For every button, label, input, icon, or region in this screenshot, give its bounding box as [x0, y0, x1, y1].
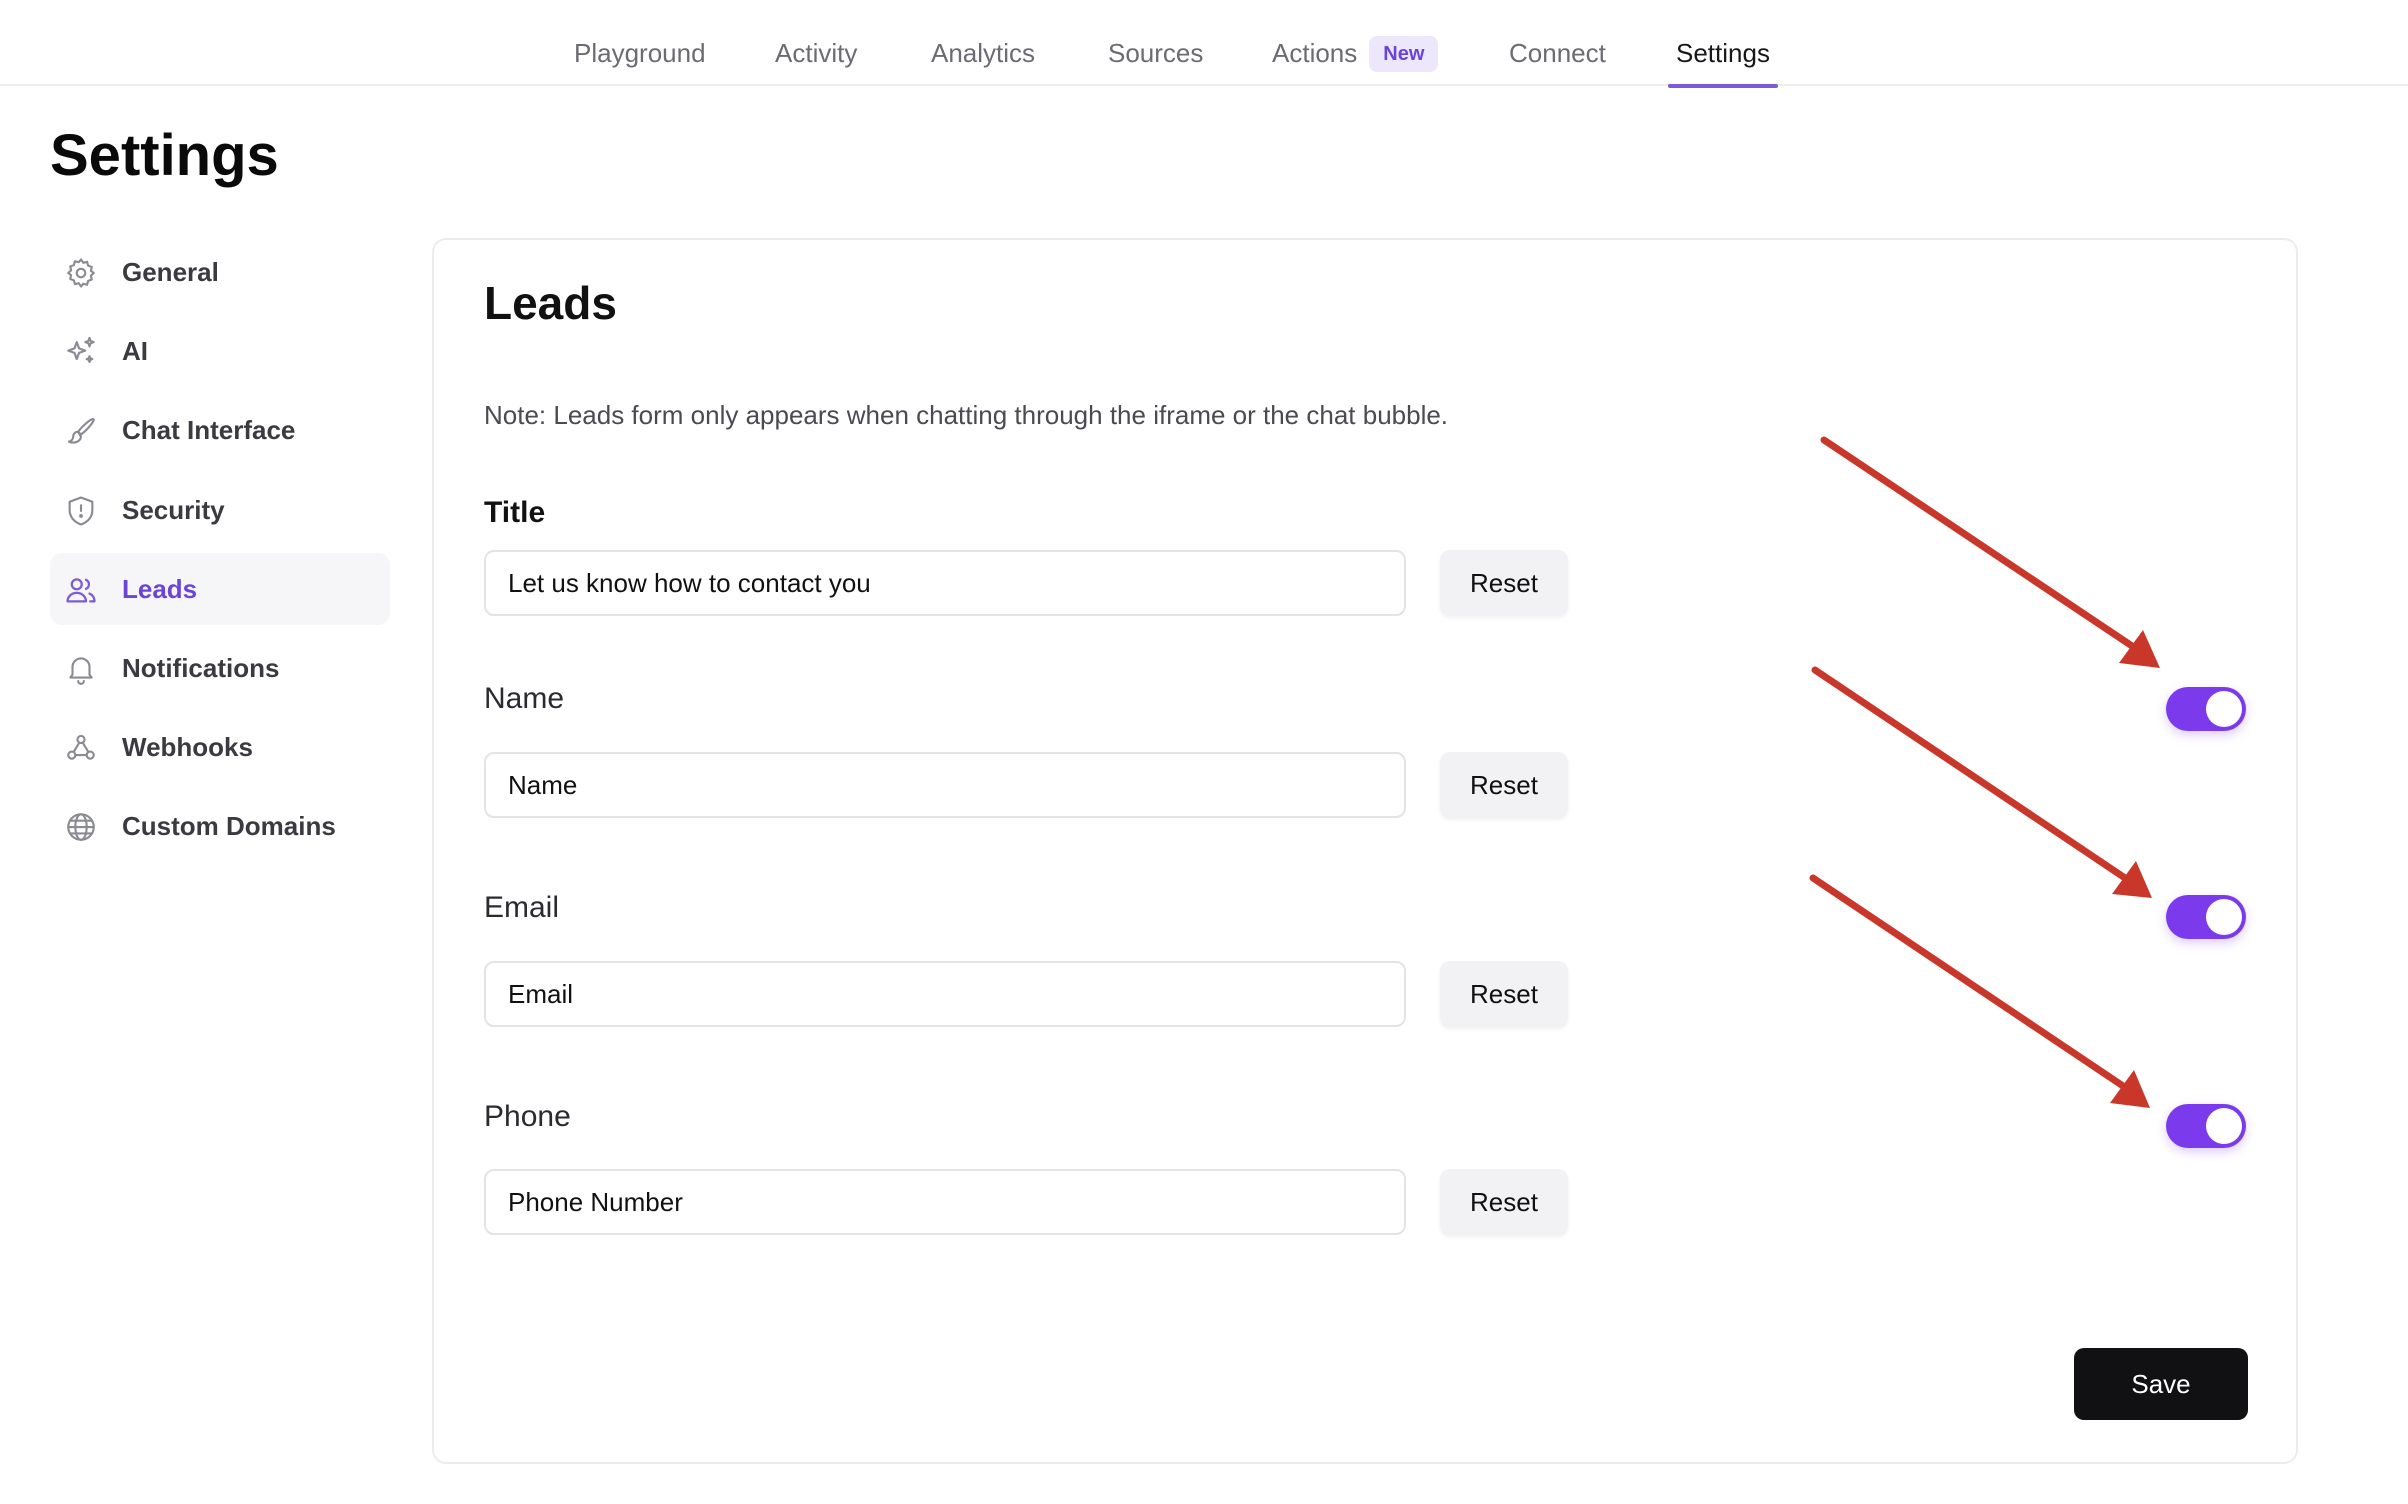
sparkles-icon — [64, 335, 98, 369]
brush-icon — [64, 414, 98, 448]
name-input[interactable] — [484, 752, 1406, 818]
sidebar-item-general[interactable]: General — [50, 236, 390, 308]
sidebar-item-leads[interactable]: Leads — [50, 553, 390, 625]
sidebar-item-ai[interactable]: AI — [50, 315, 390, 387]
shield-icon — [64, 494, 98, 528]
sidebar-item-label: Security — [122, 495, 225, 525]
tab-activity[interactable]: Activity — [775, 0, 857, 86]
name-toggle[interactable] — [2166, 687, 2246, 731]
tab-actions-label: Actions — [1272, 38, 1358, 68]
sidebar-item-chat-interface[interactable]: Chat Interface — [50, 394, 390, 466]
sidebar-item-webhooks[interactable]: Webhooks — [50, 711, 390, 783]
phone-toggle[interactable] — [2166, 1104, 2246, 1148]
gear-icon — [64, 256, 98, 290]
tab-settings[interactable]: Settings — [1668, 0, 1778, 88]
sidebar-item-label: Custom Domains — [122, 811, 336, 841]
toggle-knob — [2206, 691, 2242, 727]
sidebar-item-label: Notifications — [122, 653, 280, 683]
email-input[interactable] — [484, 961, 1406, 1027]
users-icon — [64, 573, 98, 607]
email-toggle[interactable] — [2166, 895, 2246, 939]
leads-title: Leads — [484, 277, 617, 329]
new-badge: New — [1369, 36, 1439, 72]
name-reset-button[interactable]: Reset — [1440, 752, 1568, 818]
tab-sources[interactable]: Sources — [1108, 0, 1203, 86]
sidebar-item-label: Webhooks — [122, 732, 253, 762]
sidebar-item-custom-domains[interactable]: Custom Domains — [50, 790, 390, 862]
phone-field-label: Phone — [484, 1100, 571, 1133]
title-reset-button[interactable]: Reset — [1440, 550, 1568, 616]
email-field-label: Email — [484, 891, 560, 924]
leads-card: Leads Note: Leads form only appears when… — [432, 238, 2298, 1464]
sidebar-item-label: General — [122, 257, 219, 287]
leads-note: Note: Leads form only appears when chatt… — [484, 400, 1449, 430]
sidebar-item-label: Chat Interface — [122, 415, 296, 445]
sidebar-item-notifications[interactable]: Notifications — [50, 632, 390, 704]
sidebar-item-label: Leads — [122, 574, 198, 604]
tab-analytics[interactable]: Analytics — [931, 0, 1035, 86]
webhook-icon — [64, 731, 98, 765]
sidebar-item-label: AI — [122, 336, 148, 366]
page-title: Settings — [50, 123, 279, 188]
tab-actions[interactable]: Actions New — [1272, 0, 1439, 86]
toggle-knob — [2206, 899, 2242, 935]
title-field-label: Title — [484, 496, 546, 529]
save-button[interactable]: Save — [2074, 1348, 2248, 1420]
toggle-knob — [2206, 1108, 2242, 1144]
bell-icon — [64, 652, 98, 686]
tab-connect[interactable]: Connect — [1509, 0, 1606, 86]
phone-reset-button[interactable]: Reset — [1440, 1169, 1568, 1235]
title-input[interactable] — [484, 550, 1406, 616]
name-field-label: Name — [484, 682, 565, 715]
sidebar-item-security[interactable]: Security — [50, 474, 390, 546]
globe-icon — [64, 810, 98, 844]
email-reset-button[interactable]: Reset — [1440, 961, 1568, 1027]
top-navigation: Playground Activity Analytics Sources Ac… — [0, 0, 2408, 88]
tab-playground[interactable]: Playground — [574, 0, 706, 86]
phone-input[interactable] — [484, 1169, 1406, 1235]
